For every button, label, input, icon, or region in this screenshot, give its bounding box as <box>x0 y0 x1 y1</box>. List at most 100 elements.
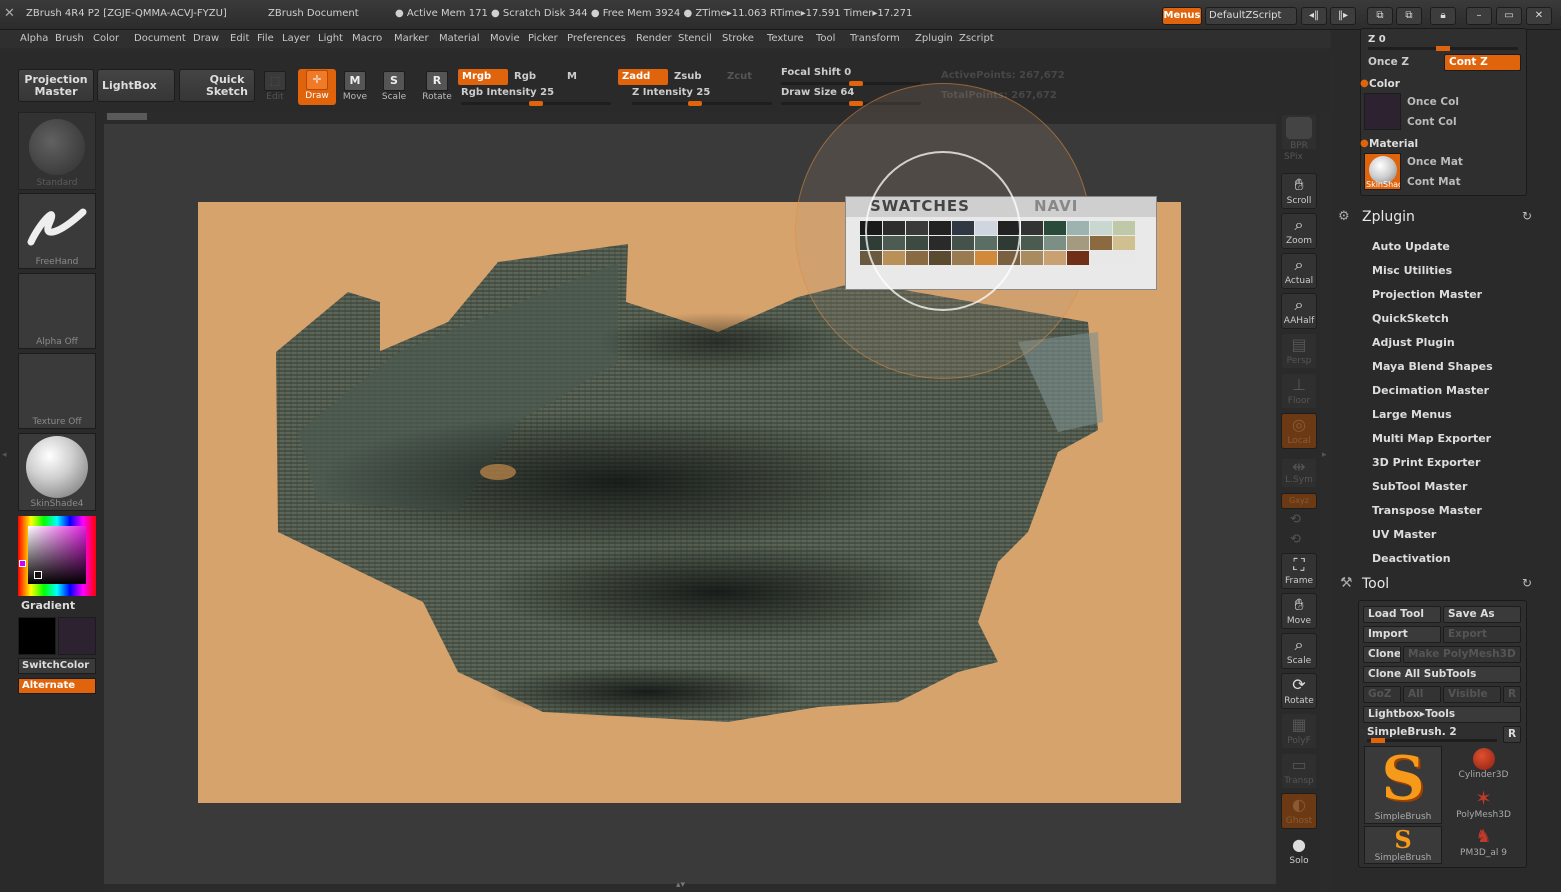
actual-button[interactable]: ⌕ Actual <box>1281 253 1317 289</box>
left-collapse-icon[interactable]: ◂ <box>2 450 10 468</box>
quick-sketch-button[interactable]: Quick Sketch <box>179 69 255 102</box>
zplugin-item-quicksketch[interactable]: QuickSketch <box>1372 312 1449 325</box>
swatch[interactable] <box>1021 251 1043 265</box>
once-mat-button[interactable]: Once Mat <box>1407 156 1463 168</box>
rotate-axis-icon[interactable]: ⟲ <box>1290 512 1301 527</box>
hue-marker[interactable] <box>19 560 26 567</box>
once-col-button[interactable]: Once Col <box>1407 96 1459 108</box>
color-picker[interactable] <box>18 516 96 596</box>
spix-label[interactable]: SPix <box>1284 152 1303 162</box>
zplugin-item-subtool-master[interactable]: SubTool Master <box>1372 480 1467 493</box>
menu-brush[interactable]: Brush <box>55 33 84 44</box>
lightbox-button[interactable]: LightBox <box>97 69 175 102</box>
menu-material[interactable]: Material <box>439 33 480 44</box>
ghost-button[interactable]: ◐ Ghost <box>1281 793 1317 829</box>
zplugin-item-3d-print-exporter[interactable]: 3D Print Exporter <box>1372 456 1480 469</box>
scale-button[interactable]: S Scale <box>375 70 413 106</box>
swatch[interactable] <box>1067 236 1089 250</box>
swatch[interactable] <box>1113 236 1135 250</box>
menu-picker[interactable]: Picker <box>528 33 558 44</box>
tool-thumb-cylinder3d[interactable]: Cylinder3D <box>1445 746 1522 784</box>
zsub-toggle[interactable]: Zsub <box>670 69 720 85</box>
rgb-intensity-slider[interactable]: Rgb Intensity 25 <box>461 87 611 106</box>
menu-macro[interactable]: Macro <box>352 33 382 44</box>
zplugin-refresh-icon[interactable]: ↻ <box>1522 209 1532 223</box>
layout-left-icon[interactable]: ◂‖ <box>1301 7 1327 25</box>
xyz-button[interactable]: Gxyz <box>1281 493 1317 509</box>
polyf-button[interactable]: ▦ PolyF <box>1281 713 1317 749</box>
material-thumb[interactable]: SkinShad <box>1364 153 1401 190</box>
zplugin-title[interactable]: Zplugin <box>1362 209 1415 225</box>
tool-thumb-simplebrush-small[interactable]: S SimpleBrush <box>1364 826 1442 864</box>
swatch[interactable] <box>1044 251 1066 265</box>
switchcolor-button[interactable]: SwitchColor <box>18 658 96 674</box>
default-zscript-button[interactable]: DefaultZScript <box>1205 7 1297 25</box>
menu-layer[interactable]: Layer <box>282 33 310 44</box>
simplebrush-slider[interactable]: SimpleBrush. 2 <box>1367 726 1457 738</box>
lsym-button[interactable]: ⇹ L.Sym <box>1281 458 1317 488</box>
tray-handle[interactable] <box>107 113 147 120</box>
secondary-color-swatch[interactable] <box>58 617 96 655</box>
load-tool-button[interactable]: Load Tool <box>1363 606 1441 623</box>
gradient-label[interactable]: Gradient <box>21 599 75 612</box>
swatch[interactable] <box>1113 251 1135 265</box>
zadd-toggle[interactable]: Zadd <box>618 69 668 85</box>
move-view-button[interactable]: ✋︎ Move <box>1281 593 1317 629</box>
zplugin-item-uv-master[interactable]: UV Master <box>1372 528 1436 541</box>
visible-button[interactable]: Visible <box>1443 686 1501 703</box>
menu-color[interactable]: Color <box>93 33 119 44</box>
zplugin-item-projection-master[interactable]: Projection Master <box>1372 288 1482 301</box>
zoom-button[interactable]: ⌕ Zoom <box>1281 213 1317 249</box>
tool-refresh-icon[interactable]: ↻ <box>1522 576 1532 590</box>
menu-texture[interactable]: Texture <box>767 33 804 44</box>
zcut-toggle[interactable]: Zcut <box>723 69 773 85</box>
zplugin-item-maya-blend-shapes[interactable]: Maya Blend Shapes <box>1372 360 1493 373</box>
floor-button[interactable]: ⊥ Floor <box>1281 373 1317 409</box>
zplugin-item-decimation-master[interactable]: Decimation Master <box>1372 384 1489 397</box>
menu-document[interactable]: Document <box>134 33 186 44</box>
minimize-icon[interactable]: – <box>1466 7 1492 25</box>
menu-zplugin[interactable]: Zplugin <box>915 33 953 44</box>
rotate-button[interactable]: R Rotate <box>418 70 456 106</box>
menu-zscript[interactable]: Zscript <box>959 33 994 44</box>
zplugin-item-multi-map-exporter[interactable]: Multi Map Exporter <box>1372 432 1491 445</box>
m-toggle[interactable]: M <box>563 69 613 85</box>
projection-master-button[interactable]: Projection Master <box>18 69 94 102</box>
swatch[interactable] <box>1067 251 1089 265</box>
swatch[interactable] <box>1021 236 1043 250</box>
right-collapse-icon[interactable]: ▸ <box>1322 450 1327 460</box>
make-polymesh-button[interactable]: Make PolyMesh3D <box>1403 646 1521 663</box>
ui-swap-icon[interactable]: ⧉ <box>1367 7 1393 25</box>
menu-stencil[interactable]: Stencil <box>678 33 712 44</box>
zplugin-item-auto-update[interactable]: Auto Update <box>1372 240 1450 253</box>
save-as-button[interactable]: Save As <box>1443 606 1521 623</box>
edit-button[interactable]: ⬚ Edit <box>256 70 294 106</box>
zplugin-item-transpose-master[interactable]: Transpose Master <box>1372 504 1482 517</box>
once-z-button[interactable]: Once Z <box>1368 56 1409 68</box>
zplugin-item-adjust-plugin[interactable]: Adjust Plugin <box>1372 336 1455 349</box>
stroke-freehand-slot[interactable]: FreeHand <box>18 193 96 269</box>
move-button[interactable]: M Move <box>336 70 374 106</box>
import-button[interactable]: Import <box>1363 626 1441 643</box>
lock-icon[interactable]: 🔒︎ <box>1430 7 1456 25</box>
swatch[interactable] <box>1090 251 1112 265</box>
swatch[interactable] <box>1044 236 1066 250</box>
clone-all-subtools-button[interactable]: Clone All SubTools <box>1363 666 1521 683</box>
clone-button[interactable]: Clone <box>1363 646 1401 663</box>
scale-view-button[interactable]: ⌕ Scale <box>1281 633 1317 669</box>
menu-stroke[interactable]: Stroke <box>722 33 754 44</box>
z-slider-track[interactable] <box>1368 46 1518 51</box>
z-intensity-slider[interactable]: Z Intensity 25 <box>632 87 772 106</box>
cont-col-button[interactable]: Cont Col <box>1407 116 1457 128</box>
persp-button[interactable]: ▤ Persp <box>1281 333 1317 369</box>
menu-tool[interactable]: Tool <box>816 33 835 44</box>
menu-draw[interactable]: Draw <box>193 33 219 44</box>
tool-thumb-pm3d[interactable]: ♞ PM3D_al 9 <box>1445 826 1522 864</box>
aahalf-button[interactable]: ⌕ AAHalf <box>1281 293 1317 329</box>
draw-button[interactable]: ✛ Draw <box>298 69 336 105</box>
menu-render[interactable]: Render <box>636 33 672 44</box>
menu-preferences[interactable]: Preferences <box>567 33 626 44</box>
zplugin-item-misc-utilities[interactable]: Misc Utilities <box>1372 264 1452 277</box>
navigator-tab[interactable]: NAVI <box>1034 197 1078 215</box>
alternate-button[interactable]: Alternate <box>18 678 96 694</box>
